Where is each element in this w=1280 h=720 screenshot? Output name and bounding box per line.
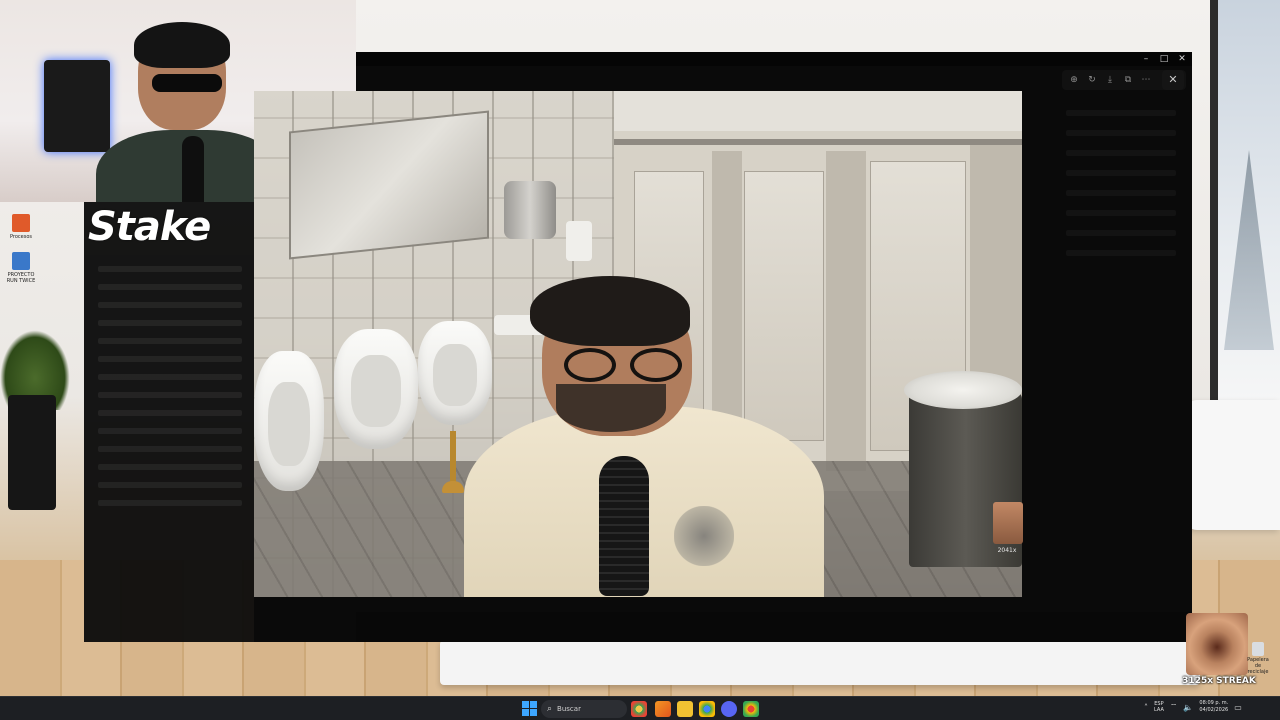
window-close-button[interactable]: ✕ [1176, 53, 1188, 65]
wallpaper-bench [440, 640, 1200, 685]
windows-start-icon[interactable] [522, 701, 537, 716]
clock-time: 08:09 p. m. [1199, 700, 1229, 706]
viewer-side-panel [1056, 96, 1186, 626]
clock-date: 04/02/2026 [1199, 707, 1229, 713]
webcam-hair [134, 22, 230, 68]
chrome-alt-icon[interactable] [699, 701, 715, 717]
wifi-icon[interactable]: ⌔ [1170, 702, 1178, 712]
photo-person [464, 276, 844, 597]
zoom-in-icon[interactable]: ⊕ [1066, 72, 1082, 88]
recycle-bin-label: Papelera de reciclaje [1247, 657, 1269, 675]
photo-person-beard [556, 384, 666, 432]
close-viewer-button[interactable]: ✕ [1162, 70, 1184, 90]
language-indicator[interactable]: ESP LAA [1154, 701, 1164, 713]
streak-meme-image [1186, 613, 1248, 675]
photo-soap-dispenser [566, 221, 592, 261]
photo-stall-rail [614, 139, 1022, 145]
wallpaper-sofa [1185, 400, 1280, 530]
desktop-icon-proyecto[interactable]: PROYECTO RUN TWICE [4, 252, 38, 284]
app-icon[interactable] [655, 701, 671, 717]
wallpaper-window [1210, 0, 1280, 420]
notification-icon[interactable]: ▭ [1234, 703, 1242, 712]
download-icon[interactable]: ⤓ [1102, 72, 1118, 88]
browser-icon[interactable] [743, 701, 759, 717]
desktop: Procesos PROYECTO RUN TWICE Stake – □ ✕ … [0, 0, 1280, 720]
search-placeholder: Buscar [557, 705, 581, 713]
more-icon[interactable]: ⋯ [1138, 72, 1154, 88]
minimize-button[interactable]: – [1140, 53, 1152, 65]
meme-badge-label: 2041x [997, 547, 1017, 554]
photo-urinal [254, 351, 324, 491]
glasses-lens [564, 348, 616, 382]
photo-microphone [599, 456, 649, 596]
photo-urinal [334, 329, 418, 449]
fullscreen-icon[interactable]: ⧉ [1120, 72, 1136, 88]
desktop-icon-label: PROYECTO RUN TWICE [6, 272, 36, 284]
photo-paper-dispenser [504, 181, 556, 239]
webcam-sunglasses [152, 74, 222, 92]
viewer-titlebar[interactable]: – □ ✕ [356, 52, 1192, 66]
taskbar-search[interactable]: ⌕ Buscar [541, 700, 627, 718]
discord-icon[interactable] [721, 701, 737, 717]
window-controls: – □ ✕ [1140, 53, 1188, 65]
photo-trash-paper [904, 371, 1022, 409]
taskbar: ⌕ Buscar ˄ ESP LAA ⌔ 🔈 08:09 p. m. 04/02… [0, 696, 1280, 720]
glasses-lens [630, 348, 682, 382]
app-icon [12, 252, 30, 270]
clock[interactable]: 08:09 p. m. 04/02/2026 [1199, 700, 1228, 714]
wallpaper-tree [1224, 150, 1274, 350]
desktop-icon-procesos[interactable]: Procesos [4, 214, 38, 240]
meme-badge-image [993, 502, 1023, 544]
streak-label: 3125x STREAK [1182, 676, 1256, 686]
rotate-icon[interactable]: ↻ [1084, 72, 1100, 88]
app-icon [12, 214, 30, 232]
viewer-footer [356, 612, 1192, 642]
volume-icon[interactable]: 🔈 [1183, 703, 1193, 712]
desktop-icon-label: Procesos [9, 234, 33, 240]
recycle-bin-icon[interactable]: Papelera de reciclaje [1246, 642, 1270, 675]
photo-person-glasses [558, 348, 690, 382]
folder-icon[interactable] [677, 701, 693, 717]
chrome-icon[interactable] [631, 701, 647, 717]
wallpaper-plant-pot [8, 395, 56, 510]
system-tray: ˄ ESP LAA ⌔ 🔈 08:09 p. m. 04/02/2026 ▭ [1144, 700, 1242, 714]
search-icon: ⌕ [547, 704, 553, 714]
photo-shirt-print [674, 506, 734, 566]
background-app-sidebar [84, 202, 256, 642]
chevron-up-icon[interactable]: ˄ [1144, 703, 1148, 712]
maximize-button[interactable]: □ [1158, 53, 1170, 65]
displayed-photo[interactable] [254, 91, 1022, 597]
stake-logo: Stake [88, 204, 211, 250]
webcam-microphone [182, 136, 204, 202]
webcam-streamer [96, 22, 282, 202]
photo-person-hair [530, 276, 690, 346]
photo-plunger-cup [442, 481, 464, 493]
photo-mirror [289, 110, 489, 260]
